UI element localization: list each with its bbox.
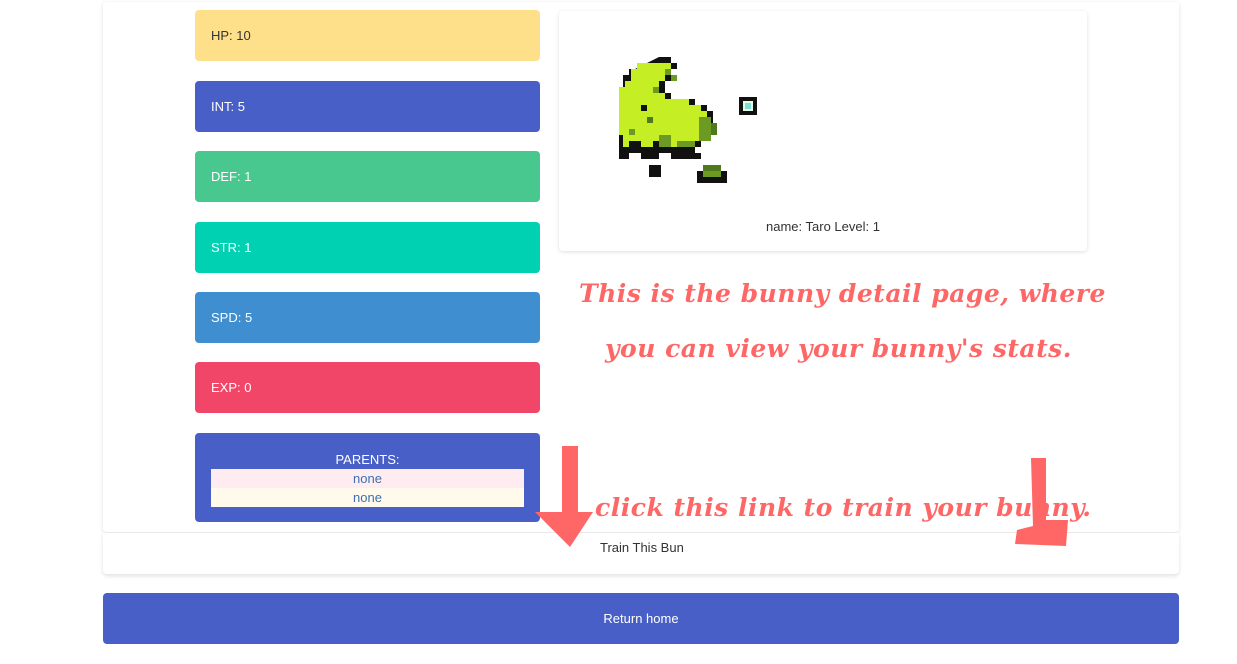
stat-value: 0 (244, 380, 252, 395)
stat-value: 1 (244, 240, 252, 255)
stat-str: STR: 1 (195, 222, 540, 273)
stat-hp: HP: 10 (195, 10, 540, 61)
parents-panel: PARENTS: none none (195, 433, 540, 522)
stat-label: SPD: (211, 310, 242, 325)
return-home-button[interactable]: Return home (103, 593, 1179, 644)
arrow-down-icon (535, 446, 593, 547)
stat-label: EXP: (211, 380, 241, 395)
stat-value: 1 (244, 169, 252, 184)
stat-value: 5 (244, 310, 253, 325)
train-link[interactable]: Train This Bun (600, 539, 684, 557)
stat-int: INT: 5 (195, 81, 540, 132)
annotation-line-2: you can view your bunny's stats. (605, 334, 1072, 363)
stat-label: STR: (211, 240, 241, 255)
stat-value: 10 (236, 28, 251, 43)
stat-label: INT: (211, 99, 235, 114)
parents-title: PARENTS: (335, 452, 400, 467)
stat-spd: SPD: 5 (195, 292, 540, 343)
stat-def: DEF: 1 (195, 151, 540, 202)
stat-exp: EXP: 0 (195, 362, 540, 413)
parent-link[interactable]: none (211, 488, 524, 507)
annotation-line-1: This is the bunny detail page, where (579, 279, 1106, 308)
parent-link[interactable]: none (211, 469, 524, 488)
bunny-sprite (619, 57, 757, 183)
stat-value: 5 (237, 99, 245, 114)
bunny-card: name: Taro Level: 1 (559, 11, 1087, 251)
arrow-down-icon (1015, 458, 1068, 546)
stat-label: DEF: (211, 169, 241, 184)
stat-label: HP: (211, 28, 233, 43)
bunny-caption: name: Taro Level: 1 (766, 219, 880, 234)
